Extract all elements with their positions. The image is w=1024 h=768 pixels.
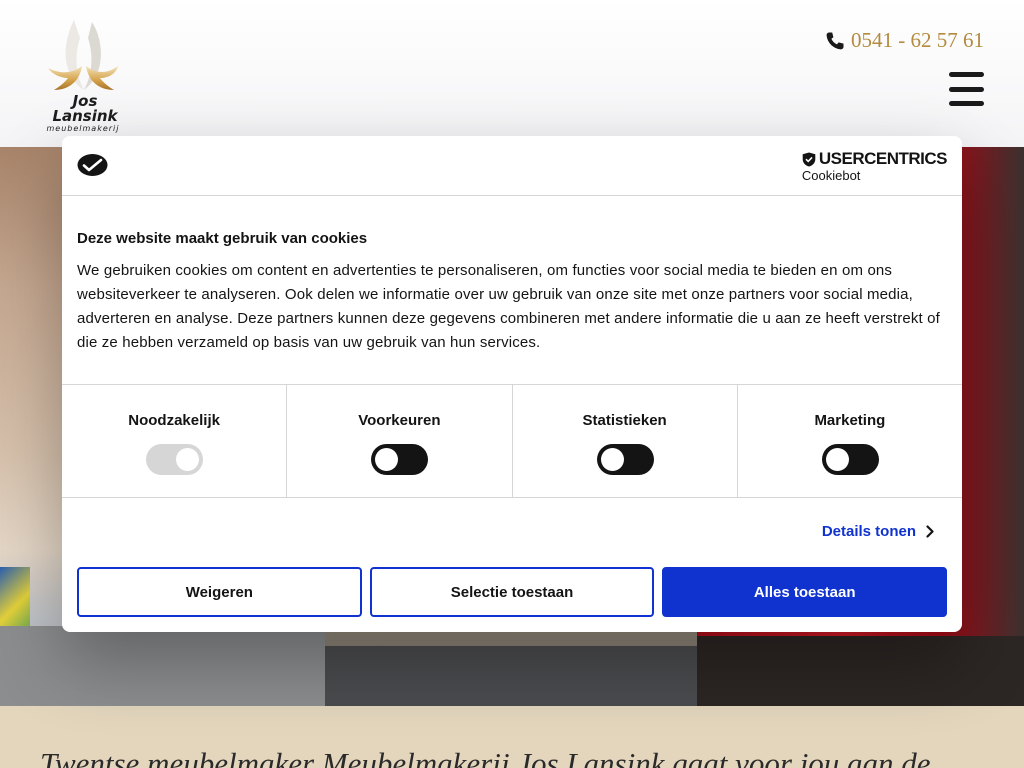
site-logo[interactable]: Jos Lansink meubelmakerij <box>40 16 126 136</box>
tagline-band: Twentse meubelmaker Meubelmakerij Jos La… <box>0 706 1024 768</box>
logo-mark-icon <box>48 20 118 90</box>
cookie-category-toggles: Noodzakelijk Voorkeuren Statistieken Mar… <box>62 384 962 498</box>
tagline-text: Twentse meubelmaker Meubelmakerij Jos La… <box>40 746 931 768</box>
usercentrics-wordmark: USERCENTRICS <box>802 149 948 169</box>
logo-subtitle: meubelmakerij <box>46 124 120 133</box>
category-marketing: Marketing <box>738 385 962 497</box>
cookie-logo-icon <box>77 154 108 176</box>
toggle-preferences[interactable] <box>371 444 429 475</box>
reject-button[interactable]: Weigeren <box>77 567 362 617</box>
toggle-knob <box>375 448 399 471</box>
floor-shade <box>325 646 697 706</box>
show-details-link[interactable]: Details tonen <box>822 523 934 540</box>
category-preferences: Voorkeuren <box>287 385 513 497</box>
phone-link[interactable]: 0541 - 62 57 61 <box>825 28 984 53</box>
cookie-dialog-header: USERCENTRICS Cookiebot <box>62 136 962 196</box>
site-header: Jos Lansink meubelmakerij 0541 - 62 57 6… <box>0 0 1024 147</box>
toggle-knob <box>825 448 849 471</box>
brand-product: Cookiebot <box>801 168 861 183</box>
hamburger-icon-bar <box>949 86 984 92</box>
category-necessary: Noodzakelijk <box>62 385 288 497</box>
toggle-statistics[interactable] <box>596 444 654 475</box>
phone-icon <box>826 32 844 49</box>
allow-all-button[interactable]: Alles toestaan <box>662 567 948 617</box>
shield-icon <box>802 152 816 166</box>
chevron-right-icon <box>926 525 934 538</box>
toggle-necessary <box>146 444 204 475</box>
cookie-consent-dialog: USERCENTRICS Cookiebot Deze website maak… <box>62 136 962 632</box>
category-label: Statistieken <box>582 412 667 429</box>
toggle-marketing[interactable] <box>821 444 879 475</box>
hamburger-icon-bar <box>949 72 984 77</box>
show-details-label: Details tonen <box>821 523 916 540</box>
phone-number: 0541 - 62 57 61 <box>851 28 984 52</box>
category-statistics: Statistieken <box>513 385 738 497</box>
cookie-dialog-title: Deze website maakt gebruik van cookies <box>77 230 368 247</box>
floor-shade <box>0 626 325 706</box>
cookie-dialog-actions: Weigeren Selectie toestaan Alles toestaa… <box>77 567 948 617</box>
toggle-knob <box>176 448 200 471</box>
hamburger-icon-bar <box>949 101 984 106</box>
category-label: Voorkeuren <box>358 412 441 429</box>
category-label: Noodzakelijk <box>128 412 220 429</box>
hamburger-menu-button[interactable] <box>949 72 984 106</box>
usercentrics-brand[interactable]: USERCENTRICS Cookiebot <box>801 149 948 183</box>
cookie-dialog-description: We gebruiken cookies om content en adver… <box>77 262 940 351</box>
toggle-knob <box>600 448 624 471</box>
floor-shade <box>697 636 1024 706</box>
cookie-dialog-body: Deze website maakt gebruik van cookies W… <box>77 230 947 355</box>
logo-name: Jos Lansink <box>52 92 118 125</box>
brand-name: USERCENTRICS <box>818 149 948 168</box>
category-label: Marketing <box>814 412 886 429</box>
allow-selection-button[interactable]: Selectie toestaan <box>369 567 655 617</box>
